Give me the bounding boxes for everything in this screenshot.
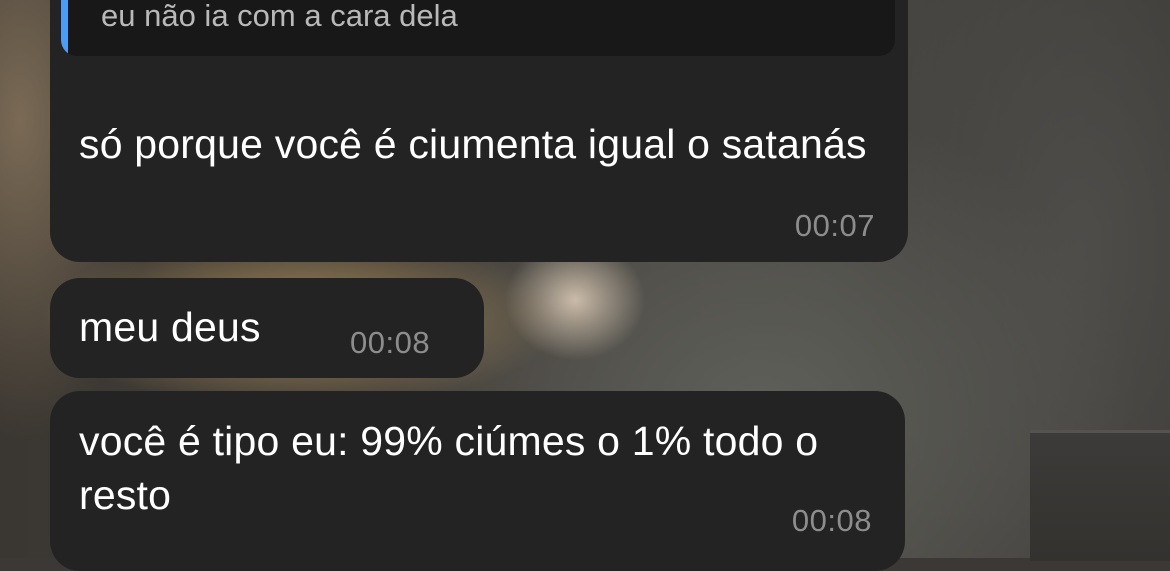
- message-bubble[interactable]: você é tipo eu: 99% ciúmes o 1% todo o r…: [50, 391, 905, 571]
- reply-quote-text: eu não ia com a cara dela: [101, 0, 458, 33]
- reply-quote[interactable]: eu não ia com a cara dela: [61, 0, 895, 56]
- message-text: você é tipo eu: 99% ciúmes o 1% todo o r…: [79, 418, 819, 518]
- wallpaper-detail: [1030, 430, 1170, 561]
- message-timestamp: 00:07: [794, 208, 875, 243]
- message-bubble[interactable]: meu deus 00:08: [50, 278, 484, 378]
- message-text: só porque você é ciumenta igual o sataná…: [79, 121, 867, 167]
- reply-accent-bar: [61, 0, 68, 56]
- message-timestamp: 00:08: [350, 325, 431, 360]
- message-bubble[interactable]: eu não ia com a cara dela só porque você…: [50, 0, 908, 262]
- message-timestamp: 00:08: [791, 503, 872, 538]
- message-text: meu deus: [79, 304, 261, 350]
